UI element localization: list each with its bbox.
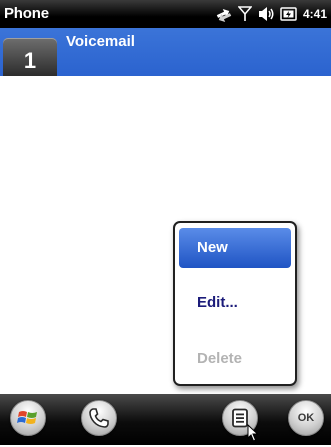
contact-header: 1 Voicemail (0, 28, 331, 76)
status-icons: 4:41 (215, 4, 327, 24)
speed-dial-tile[interactable]: 1 (3, 38, 57, 76)
menu-item-edit[interactable]: Edit... (179, 283, 291, 323)
data-connection-icon[interactable] (215, 6, 233, 22)
context-menu: New Edit... Delete (173, 221, 297, 386)
battery-icon[interactable] (280, 6, 298, 22)
call-button[interactable] (81, 400, 117, 436)
menu-item-new[interactable]: New (179, 228, 291, 268)
windows-start-icon (17, 411, 37, 424)
clock[interactable]: 4:41 (303, 7, 327, 21)
menu-item-delete: Delete (197, 350, 243, 367)
status-bar: Phone 4:41 (0, 0, 331, 28)
signal-strength-icon[interactable] (237, 6, 252, 22)
softkey-bar: OK (0, 394, 331, 445)
ok-button[interactable]: OK (288, 400, 324, 436)
speed-dial-number: 1 (23, 48, 37, 73)
app-title: Phone (4, 5, 49, 22)
volume-icon[interactable] (257, 6, 275, 22)
start-button[interactable] (10, 400, 46, 436)
ok-icon: OK (297, 412, 315, 424)
pointer-cursor-icon (247, 423, 259, 447)
contact-name[interactable]: Voicemail (66, 33, 135, 50)
phone-handset-icon (89, 408, 109, 428)
